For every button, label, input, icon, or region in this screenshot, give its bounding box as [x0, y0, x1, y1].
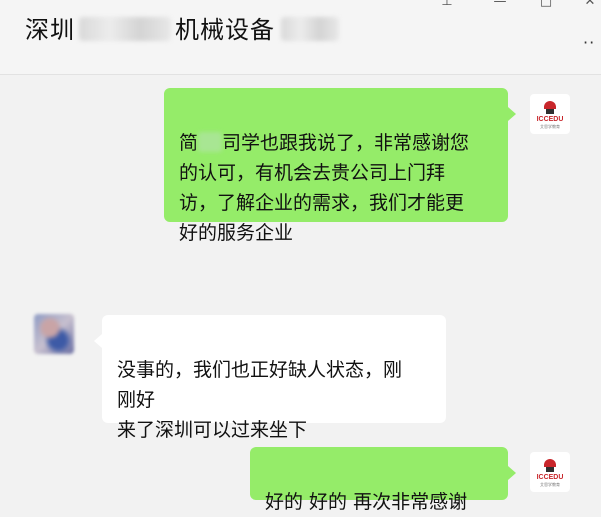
logo-subtext: 艾思学教育	[540, 482, 560, 487]
message-bubble-self[interactable]: 好的 好的 再次非常感谢	[250, 447, 508, 513]
message-text: 没事的，我们也正好缺人状态，刚 刚好 来了深圳可以过来坐下	[117, 359, 403, 441]
bubble-tail	[508, 107, 516, 121]
minimize-icon[interactable]: —	[490, 0, 510, 9]
chat-title: 深圳 机械设备	[25, 14, 339, 46]
redacted-name-block	[79, 17, 171, 41]
bubble-tail	[508, 466, 516, 480]
chat-title-middle: 机械设备	[175, 16, 275, 44]
logo-subtext: 艾思学教育	[540, 124, 560, 129]
logo-mark-icon	[542, 101, 558, 115]
chat-title-prefix: 深圳	[25, 16, 75, 44]
maximize-icon[interactable]: □	[536, 0, 556, 9]
self-avatar[interactable]: ICCEDU 艾思学教育	[530, 94, 570, 134]
logo-text: ICCEDU	[536, 474, 564, 481]
redacted-text-block	[198, 131, 223, 152]
self-avatar[interactable]: ICCEDU 艾思学教育	[530, 452, 570, 492]
message-bubble-self[interactable]: 简司学也跟我说了，非常感谢您 的认可，有机会去贵公司上门拜 访，了解企业的需求，…	[164, 88, 508, 244]
message-text-prefix: 简	[179, 132, 199, 154]
message-text: 司学也跟我说了，非常感谢您 的认可，有机会去贵公司上门拜 访，了解企业的需求，我…	[179, 132, 470, 244]
close-icon[interactable]: ✕	[580, 0, 600, 9]
message-text: 好的 好的 再次非常感谢	[265, 491, 468, 513]
bubble-tail	[94, 334, 102, 348]
contact-avatar[interactable]	[34, 314, 74, 354]
logo-mark-icon	[542, 459, 558, 473]
redacted-name-block	[281, 17, 339, 41]
pin-icon[interactable]: ⊥	[437, 0, 457, 9]
message-bubble-other[interactable]: 没事的，我们也正好缺人状态，刚 刚好 来了深圳可以过来坐下	[102, 315, 446, 441]
chat-header: 深圳 机械设备 ⊥ — □ ✕ ··	[0, 0, 601, 75]
more-options-icon[interactable]: ··	[583, 33, 595, 52]
logo-text: ICCEDU	[536, 116, 564, 123]
